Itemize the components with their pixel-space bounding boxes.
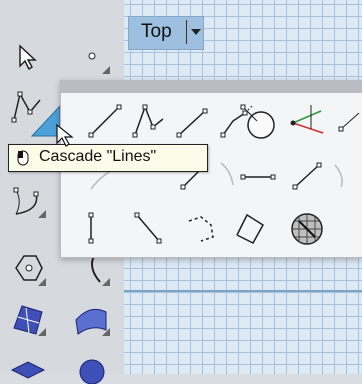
polygon-icon[interactable]: [6, 248, 50, 290]
single-line-icon[interactable]: [75, 205, 119, 249]
line-extend-icon[interactable]: [285, 153, 329, 197]
curve-through-points-icon[interactable]: [329, 99, 362, 143]
wire-sphere-icon[interactable]: [285, 205, 329, 249]
line-segments-icon[interactable]: [83, 99, 127, 143]
line-icon[interactable]: [127, 99, 171, 143]
chevron-down-icon[interactable]: [191, 29, 201, 35]
loft-surface-icon[interactable]: [70, 298, 114, 340]
viewport-title: Top: [141, 21, 172, 42]
axes-icon[interactable]: [285, 99, 329, 143]
viewport-axis-line: [124, 290, 362, 292]
box-icon[interactable]: [6, 342, 50, 384]
diagonal-two-point-icon[interactable]: [127, 205, 171, 249]
surface-icon[interactable]: [6, 298, 50, 340]
polygon-outline-icon[interactable]: [231, 205, 275, 249]
select-arrow-icon[interactable]: [6, 36, 50, 78]
polyline-open-icon[interactable]: [171, 99, 215, 143]
line-normal-icon[interactable]: [237, 153, 281, 197]
dashed-polyline-icon[interactable]: [183, 205, 227, 249]
mouse-left-click-icon: [17, 150, 29, 171]
mouse-cursor-icon: [56, 123, 74, 153]
diagonal-line-icon[interactable]: [329, 153, 362, 197]
arc-icon[interactable]: [6, 180, 50, 222]
viewport-title-tab[interactable]: Top: [128, 16, 204, 50]
point-icon[interactable]: [70, 36, 114, 78]
viewport-separator: [186, 20, 187, 44]
sphere-icon[interactable]: [70, 342, 114, 384]
tooltip: Cascade "Lines": [8, 144, 208, 172]
sphere-point-icon[interactable]: [237, 99, 281, 143]
flyout-title-bar[interactable]: [61, 81, 362, 93]
